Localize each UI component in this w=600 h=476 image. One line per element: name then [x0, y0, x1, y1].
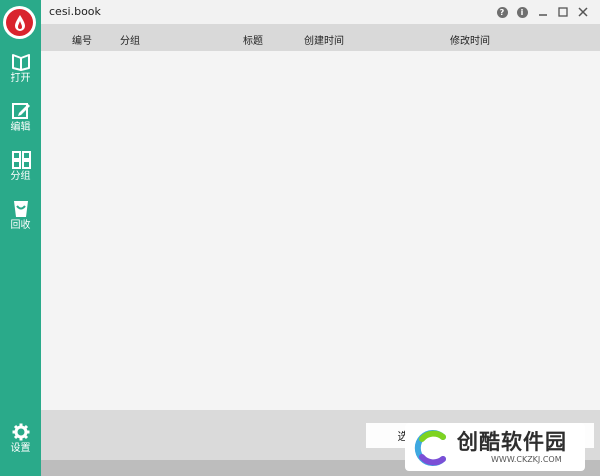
info-button[interactable]: i — [515, 5, 529, 19]
gear-icon — [12, 423, 29, 441]
column-header-id[interactable]: 编号 — [72, 32, 92, 47]
help-button[interactable]: ? — [495, 5, 509, 19]
title-bar: cesi.book ? i — [41, 0, 600, 24]
edit-icon — [11, 103, 30, 119]
watermark-url: WWW.CKZKJ.COM — [491, 455, 562, 464]
column-header-group[interactable]: 分组 — [120, 32, 140, 47]
sidebar: 打开 编辑 分组 回收 设置 — [0, 0, 41, 476]
window-title: cesi.book — [49, 5, 101, 18]
sidebar-item-label: 打开 — [10, 73, 31, 84]
sidebar-item-label: 编辑 — [10, 122, 31, 133]
close-button[interactable] — [576, 5, 590, 19]
watermark: 创酷软件园 WWW.CKZKJ.COM — [405, 423, 585, 471]
table-body[interactable] — [41, 51, 600, 410]
table-header: 编号 分组 标题 创建时间 修改时间 — [41, 24, 600, 51]
sidebar-item-open[interactable]: 打开 — [0, 53, 41, 85]
grid-icon — [11, 151, 31, 169]
minimize-icon — [539, 14, 547, 16]
column-header-modified[interactable]: 修改时间 — [450, 32, 490, 47]
help-icon: ? — [496, 6, 508, 18]
sidebar-item-label: 分组 — [10, 171, 31, 182]
sidebar-item-settings[interactable]: 设置 — [0, 423, 41, 455]
info-icon: i — [516, 6, 528, 18]
column-header-created[interactable]: 创建时间 — [304, 32, 344, 47]
open-book-icon — [11, 54, 30, 71]
sidebar-item-edit[interactable]: 编辑 — [0, 102, 41, 134]
recycle-bin-icon — [13, 201, 28, 217]
sidebar-item-group[interactable]: 分组 — [0, 151, 41, 183]
sidebar-item-recycle[interactable]: 回收 — [0, 200, 41, 232]
column-header-title[interactable]: 标题 — [243, 32, 263, 47]
maximize-button[interactable] — [556, 5, 570, 19]
sidebar-item-label: 回收 — [10, 220, 31, 231]
drop-logo-icon — [14, 14, 25, 31]
app-logo — [3, 6, 36, 39]
sidebar-item-label: 设置 — [10, 443, 31, 454]
maximize-icon — [558, 7, 568, 17]
watermark-title: 创酷软件园 — [457, 430, 567, 454]
minimize-button[interactable] — [536, 5, 550, 19]
watermark-logo-icon — [414, 430, 446, 466]
close-icon — [578, 7, 588, 17]
